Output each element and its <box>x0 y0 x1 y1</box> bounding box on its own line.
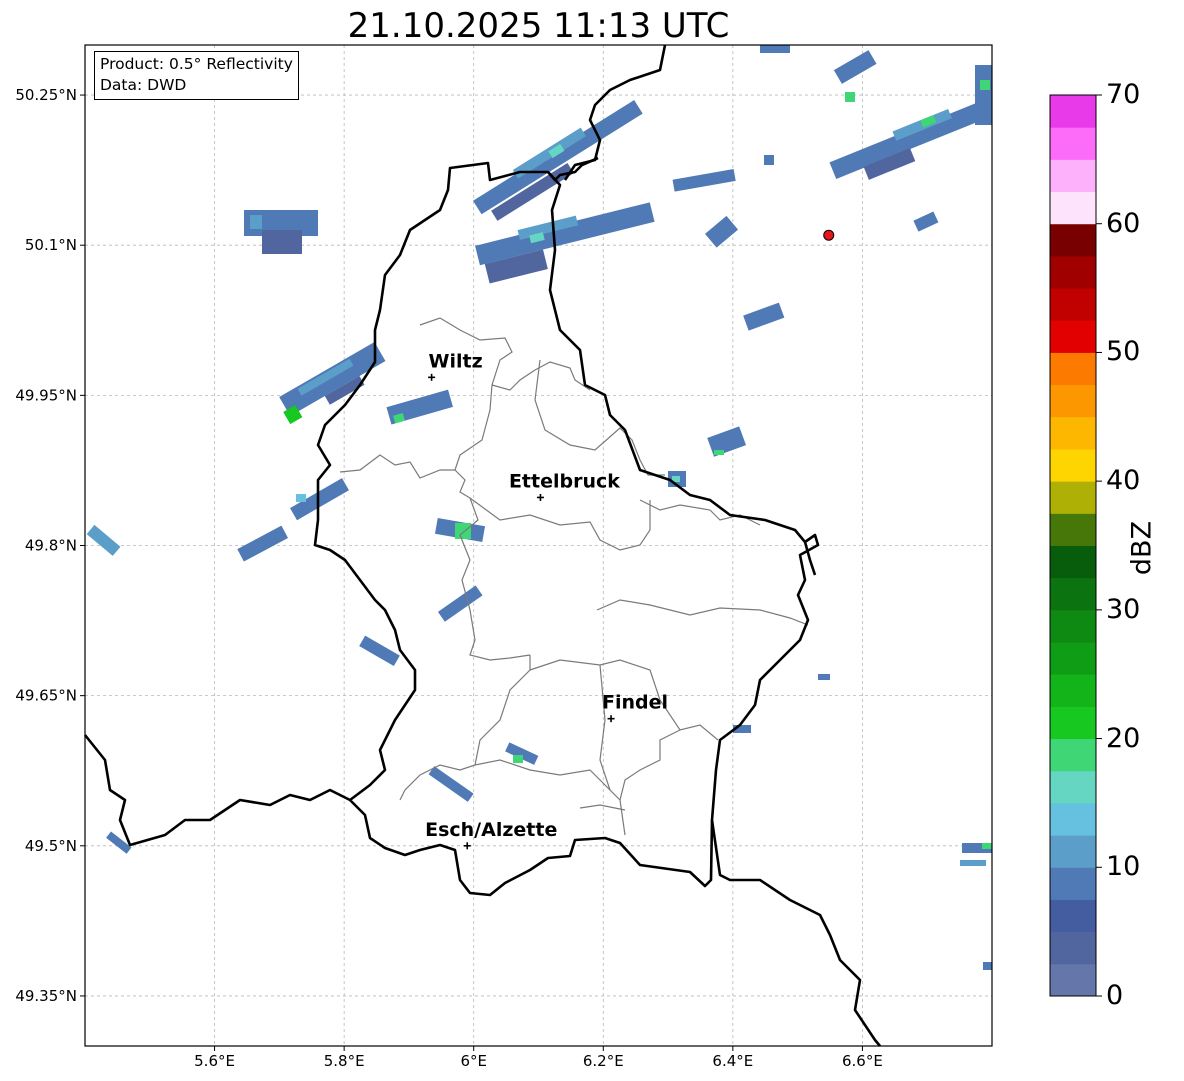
colorbar-segment <box>1050 963 1096 997</box>
colorbar-segment <box>1050 384 1096 418</box>
tick-label-lat: 49.5°N <box>25 837 77 855</box>
colorbar-segment <box>1050 95 1096 128</box>
city-eschalzette: Esch/Alzette <box>425 819 557 850</box>
colorbar-segment <box>1050 770 1096 804</box>
colorbar-tick-label: 20 <box>1106 722 1141 754</box>
tick-label-lat: 49.35°N <box>15 987 77 1005</box>
tick-label-lat: 50.1°N <box>25 236 77 254</box>
tick-label-lon: 5.6°E <box>194 1052 235 1070</box>
tick-label-lat: 49.95°N <box>15 386 77 404</box>
colorbar-segment <box>1050 416 1096 450</box>
tick-label-lon: 5.8°E <box>324 1052 365 1070</box>
echo-cells-wiltz <box>386 389 453 425</box>
colorbar-segment <box>1050 738 1096 772</box>
colorbar-segment <box>1050 609 1096 643</box>
colorbar-segment <box>1050 867 1096 900</box>
colorbar-tick-label: 40 <box>1106 465 1141 497</box>
colorbar-segment <box>1050 255 1096 289</box>
colorbar-tick-label: 50 <box>1106 336 1141 368</box>
radar-site-marker <box>823 229 835 241</box>
colorbar-segment <box>1050 288 1096 321</box>
colorbar-tick-label: 70 <box>1106 79 1141 110</box>
colorbar-segment <box>1050 481 1096 514</box>
colorbar-segment <box>1050 513 1096 546</box>
colorbar-segment <box>1050 802 1096 836</box>
colorbar-segment <box>1050 223 1096 257</box>
colorbar-segment <box>1050 545 1096 579</box>
colorbar-tick-label: 60 <box>1106 207 1141 239</box>
colorbar-tick-label: 30 <box>1106 593 1141 625</box>
colorbar-segment <box>1050 899 1096 933</box>
tick-label-lat: 49.65°N <box>15 687 77 705</box>
colorbar-segment <box>1050 352 1096 386</box>
tick-label-lon: 6.6°E <box>842 1052 883 1070</box>
echo-band-west-wiltz <box>279 342 386 425</box>
colorbar <box>1050 94 1102 997</box>
city-label: Ettelbruck <box>509 470 620 492</box>
colorbar-segment <box>1050 674 1096 707</box>
colorbar-segment <box>1050 320 1096 353</box>
tick-label-lon: 6°E <box>460 1052 487 1070</box>
city-wiltz: Wiltz <box>428 350 483 381</box>
colorbar-segment <box>1050 448 1096 482</box>
colorbar-segment <box>1050 127 1096 160</box>
colorbar-segment <box>1050 191 1096 225</box>
colorbar-segment <box>1050 706 1096 740</box>
colorbar-unit-label: dBZ <box>1126 520 1158 576</box>
colorbar-segment <box>1050 835 1096 868</box>
city-label: Esch/Alzette <box>425 819 557 841</box>
colorbar-segment <box>1050 159 1096 193</box>
city-label: Findel <box>602 692 668 714</box>
echo-cluster-northwest <box>244 210 318 254</box>
data-source-label: Data: DWD <box>100 76 187 94</box>
echo-band-east <box>829 102 985 180</box>
colorbar-segment <box>1050 642 1096 675</box>
colorbar-tick-label: 10 <box>1106 851 1141 883</box>
echo-band-northeast-border <box>473 100 643 221</box>
colorbar-segment <box>1050 931 1096 965</box>
axis-ticks: 5.6°E 5.8°E 6°E 6.2°E 6.4°E 6.6°E 50.25°N 50.1°… <box>15 86 883 1070</box>
radar-map: 5.6°E 5.8°E 6°E 6.2°E 6.4°E 6.6°E 50.25°N 50.1°… <box>15 44 1102 1070</box>
city-findel: Findel <box>602 692 668 723</box>
tick-label-lon: 6.4°E <box>712 1052 753 1070</box>
tick-label-lat: 50.25°N <box>15 86 77 104</box>
colorbar-segment <box>1050 577 1096 611</box>
product-info-box: Product: 0.5° Reflectivity Data: DWD <box>94 51 299 100</box>
city-label: Wiltz <box>429 350 483 372</box>
product-label: Product: 0.5° Reflectivity <box>100 55 293 73</box>
tick-label-lat: 49.8°N <box>25 537 77 555</box>
colorbar-tick-label: 0 <box>1106 980 1124 1011</box>
tick-label-lon: 6.2°E <box>583 1052 624 1070</box>
